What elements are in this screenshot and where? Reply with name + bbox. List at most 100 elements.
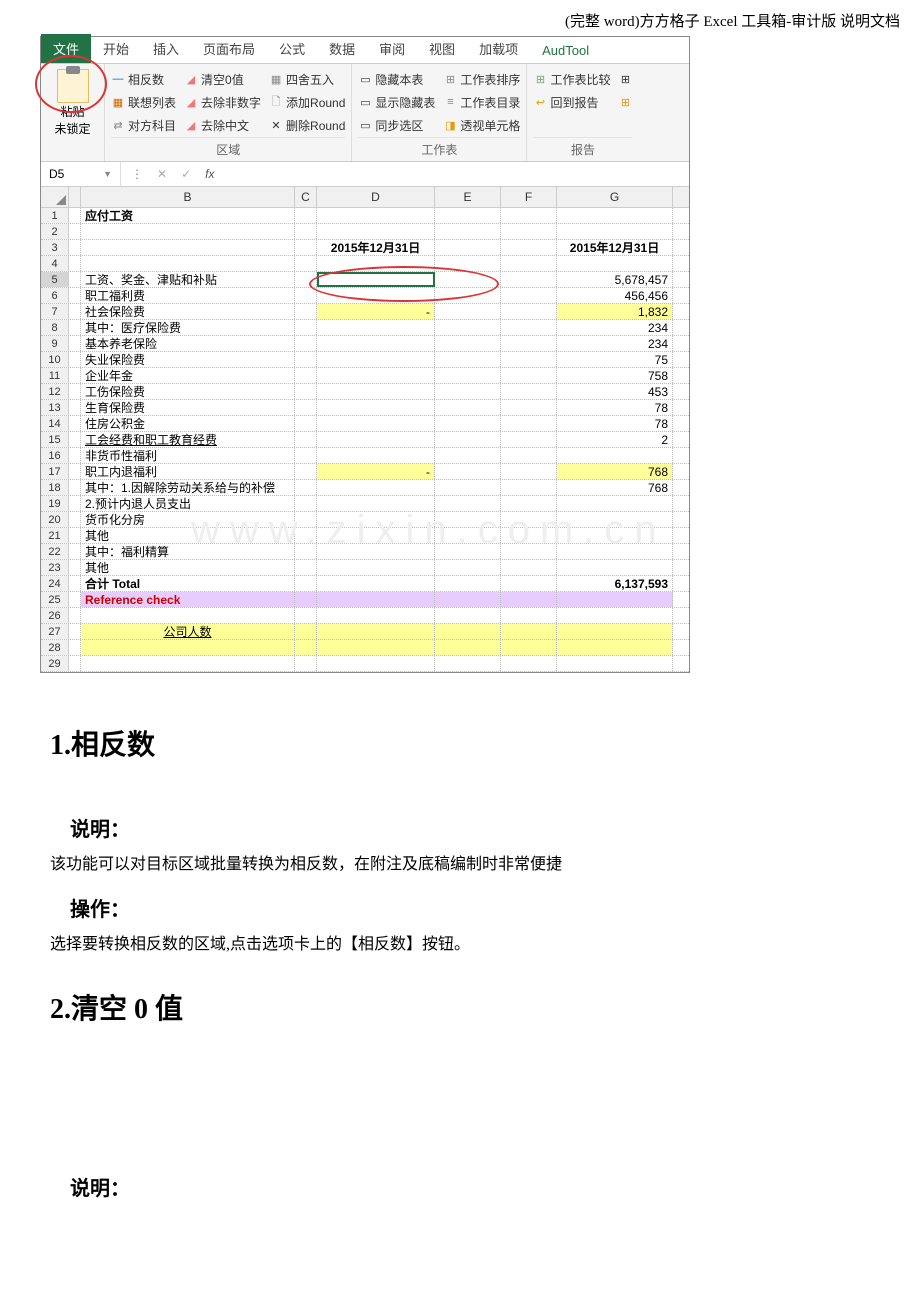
cell[interactable] bbox=[81, 608, 295, 623]
cell[interactable] bbox=[557, 512, 673, 527]
cell[interactable] bbox=[557, 640, 673, 655]
cell[interactable] bbox=[69, 576, 81, 591]
row-header[interactable]: 6 bbox=[41, 288, 69, 303]
cell[interactable] bbox=[317, 576, 435, 591]
cell[interactable] bbox=[295, 656, 317, 671]
cell[interactable] bbox=[295, 448, 317, 463]
tab-review[interactable]: 审阅 bbox=[367, 34, 417, 63]
cell[interactable] bbox=[501, 608, 557, 623]
btn-delround[interactable]: ✕删除Round bbox=[269, 115, 345, 135]
cell[interactable] bbox=[295, 640, 317, 655]
cell[interactable] bbox=[435, 480, 501, 495]
row-header[interactable]: 19 bbox=[41, 496, 69, 511]
cell[interactable] bbox=[557, 656, 673, 671]
tab-data[interactable]: 数据 bbox=[317, 34, 367, 63]
cell[interactable]: 工会经费和职工教育经费 bbox=[81, 432, 295, 447]
cell[interactable] bbox=[69, 208, 81, 223]
cell[interactable] bbox=[295, 592, 317, 607]
cell[interactable] bbox=[501, 272, 557, 287]
cell[interactable] bbox=[295, 416, 317, 431]
btn-rmcn[interactable]: ◢去除中文 bbox=[184, 115, 261, 135]
cell[interactable] bbox=[295, 432, 317, 447]
cell[interactable] bbox=[501, 528, 557, 543]
cell[interactable] bbox=[317, 448, 435, 463]
cell[interactable] bbox=[295, 320, 317, 335]
cell[interactable] bbox=[295, 304, 317, 319]
cell[interactable] bbox=[501, 208, 557, 223]
btn-sortsheet[interactable]: ⊞工作表排序 bbox=[443, 69, 520, 89]
cell[interactable] bbox=[435, 512, 501, 527]
cell[interactable] bbox=[501, 640, 557, 655]
btn-showhidden[interactable]: ▭显示隐藏表 bbox=[358, 92, 435, 112]
cell[interactable]: 应付工资 bbox=[81, 208, 295, 223]
btn-clear0[interactable]: ◢清空0值 bbox=[184, 69, 261, 89]
row-header[interactable]: 5 bbox=[41, 272, 69, 287]
cell[interactable] bbox=[295, 496, 317, 511]
fx-icon[interactable]: fx bbox=[205, 167, 214, 181]
cell[interactable] bbox=[69, 624, 81, 639]
cell[interactable] bbox=[69, 368, 81, 383]
cell[interactable]: 453 bbox=[557, 384, 673, 399]
cell[interactable] bbox=[317, 208, 435, 223]
cell[interactable]: 78 bbox=[557, 416, 673, 431]
cell[interactable] bbox=[295, 384, 317, 399]
cell[interactable] bbox=[435, 656, 501, 671]
cell[interactable] bbox=[69, 320, 81, 335]
cell[interactable]: 2 bbox=[557, 432, 673, 447]
cell[interactable] bbox=[295, 400, 317, 415]
cell[interactable] bbox=[435, 560, 501, 575]
cell[interactable] bbox=[501, 240, 557, 255]
cell[interactable] bbox=[501, 384, 557, 399]
btn-account[interactable]: ⇄对方科目 bbox=[111, 115, 176, 135]
cell[interactable] bbox=[317, 320, 435, 335]
btn-cmpsheet[interactable]: ⊞工作表比较 bbox=[533, 69, 610, 89]
row-header[interactable]: 4 bbox=[41, 256, 69, 271]
col-a[interactable] bbox=[69, 187, 81, 207]
cell[interactable] bbox=[317, 624, 435, 639]
cancel-icon[interactable]: ✕ bbox=[157, 167, 167, 181]
cell[interactable] bbox=[501, 656, 557, 671]
cell[interactable] bbox=[81, 640, 295, 655]
cell[interactable]: 5,678,457 bbox=[557, 272, 673, 287]
row-header[interactable]: 17 bbox=[41, 464, 69, 479]
cell[interactable] bbox=[69, 304, 81, 319]
cell[interactable] bbox=[501, 576, 557, 591]
paste-button[interactable]: 粘贴 未锁定 bbox=[47, 67, 98, 139]
cell[interactable] bbox=[295, 528, 317, 543]
cell[interactable]: 企业年金 bbox=[81, 368, 295, 383]
cell[interactable]: - bbox=[317, 304, 435, 319]
cell[interactable] bbox=[81, 656, 295, 671]
tab-view[interactable]: 视图 bbox=[417, 34, 467, 63]
cell[interactable] bbox=[317, 352, 435, 367]
btn-peekcell[interactable]: ◨透视单元格 bbox=[443, 115, 520, 135]
cell[interactable] bbox=[435, 528, 501, 543]
cell[interactable] bbox=[557, 592, 673, 607]
cell[interactable] bbox=[557, 224, 673, 239]
cell[interactable] bbox=[317, 592, 435, 607]
cell[interactable]: 758 bbox=[557, 368, 673, 383]
cell[interactable] bbox=[317, 224, 435, 239]
cell[interactable]: 职工福利费 bbox=[81, 288, 295, 303]
cell[interactable] bbox=[295, 272, 317, 287]
btn-extra1[interactable]: ⊞ bbox=[618, 69, 632, 89]
cell[interactable] bbox=[69, 480, 81, 495]
cell[interactable] bbox=[69, 272, 81, 287]
cell[interactable] bbox=[295, 368, 317, 383]
tab-file[interactable]: 文件 bbox=[41, 34, 91, 63]
cell[interactable] bbox=[435, 256, 501, 271]
confirm-icon[interactable]: ✓ bbox=[181, 167, 191, 181]
cell[interactable] bbox=[69, 544, 81, 559]
cell[interactable]: 合计 Total bbox=[81, 576, 295, 591]
cell[interactable] bbox=[501, 592, 557, 607]
cell[interactable] bbox=[557, 608, 673, 623]
cell[interactable]: 公司人数 bbox=[81, 624, 295, 639]
cell[interactable] bbox=[295, 544, 317, 559]
cell[interactable]: 货币化分房 bbox=[81, 512, 295, 527]
cell[interactable] bbox=[295, 336, 317, 351]
cell[interactable] bbox=[317, 528, 435, 543]
cell[interactable] bbox=[69, 400, 81, 415]
cell[interactable] bbox=[69, 384, 81, 399]
row-header[interactable]: 11 bbox=[41, 368, 69, 383]
cell[interactable] bbox=[557, 256, 673, 271]
row-header[interactable]: 1 bbox=[41, 208, 69, 223]
